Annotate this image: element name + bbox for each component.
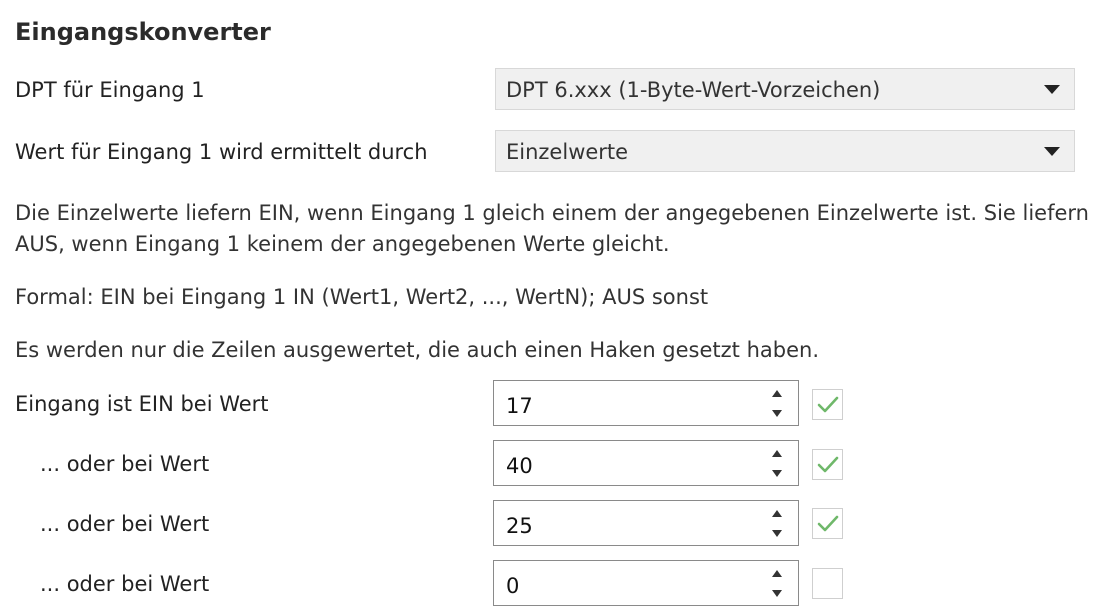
formula-text: Formal: EIN bei Eingang 1 IN (Wert1, Wer… bbox=[15, 285, 709, 309]
caret-down-icon[interactable] bbox=[772, 590, 782, 597]
value-checkbox[interactable] bbox=[812, 449, 843, 480]
chevron-down-icon bbox=[1044, 147, 1060, 156]
checkmark-icon bbox=[817, 515, 839, 532]
method-dropdown-value: Einzelwerte bbox=[506, 140, 629, 164]
caret-down-icon[interactable] bbox=[772, 530, 782, 537]
value-spinbox[interactable]: 25 bbox=[493, 500, 799, 546]
description-text: Die Einzelwerte liefern EIN, wenn Eingan… bbox=[15, 201, 1089, 256]
spinbox-value: 0 bbox=[506, 574, 520, 598]
value-row-label: ... oder bei Wert bbox=[40, 512, 210, 536]
method-label: Wert für Eingang 1 wird ermittelt durch bbox=[15, 140, 428, 164]
caret-down-icon[interactable] bbox=[772, 410, 782, 417]
caret-up-icon[interactable] bbox=[772, 450, 782, 457]
spinbox-value: 25 bbox=[506, 514, 533, 538]
dpt-label: DPT für Eingang 1 bbox=[15, 78, 205, 102]
caret-up-icon[interactable] bbox=[772, 510, 782, 517]
chevron-down-icon bbox=[1044, 85, 1060, 94]
value-checkbox[interactable] bbox=[812, 568, 843, 599]
method-dropdown[interactable]: Einzelwerte bbox=[495, 130, 1075, 172]
value-checkbox[interactable] bbox=[812, 389, 843, 420]
dpt-dropdown-value: DPT 6.xxx (1-Byte-Wert-Vorzeichen) bbox=[506, 78, 881, 102]
caret-up-icon[interactable] bbox=[772, 390, 782, 397]
spinbox-value: 17 bbox=[506, 394, 533, 418]
value-checkbox[interactable] bbox=[812, 508, 843, 539]
caret-down-icon[interactable] bbox=[772, 470, 782, 477]
value-row-label: Eingang ist EIN bei Wert bbox=[15, 392, 269, 416]
spinbox-value: 40 bbox=[506, 454, 533, 478]
caret-up-icon[interactable] bbox=[772, 570, 782, 577]
value-spinbox[interactable]: 40 bbox=[493, 440, 799, 486]
value-row-label: ... oder bei Wert bbox=[40, 572, 210, 596]
checkmark-icon bbox=[817, 396, 839, 413]
note-text: Es werden nur die Zeilen ausgewertet, di… bbox=[15, 338, 819, 362]
checkmark-icon bbox=[817, 456, 839, 473]
value-spinbox[interactable]: 17 bbox=[493, 380, 799, 426]
value-spinbox[interactable]: 0 bbox=[493, 560, 799, 606]
value-row-label: ... oder bei Wert bbox=[40, 452, 210, 476]
section-title: Eingangskonverter bbox=[15, 18, 271, 46]
dpt-dropdown[interactable]: DPT 6.xxx (1-Byte-Wert-Vorzeichen) bbox=[495, 68, 1075, 110]
